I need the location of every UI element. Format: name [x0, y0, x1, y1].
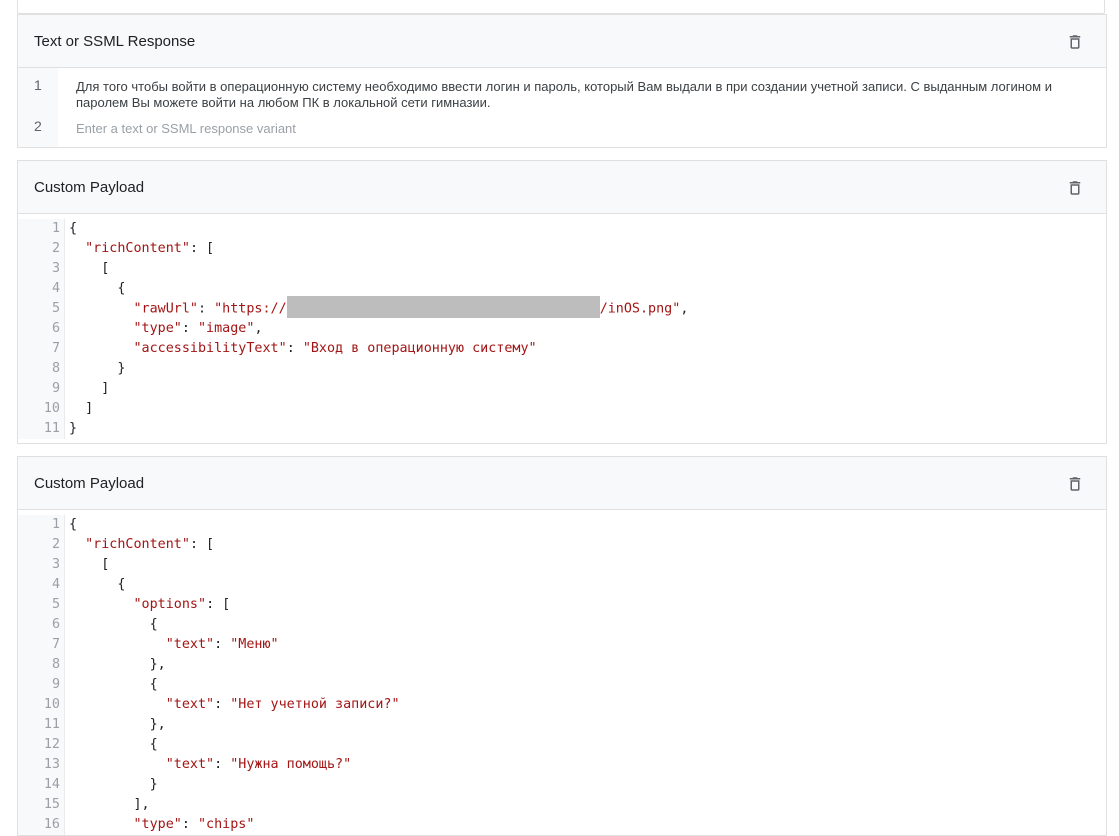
json-string: "Вход в операционную систему" — [302, 341, 537, 356]
row-number: 2 — [18, 111, 58, 147]
trash-icon[interactable] — [1066, 475, 1084, 493]
code-line: 8 } — [18, 359, 1106, 379]
json-string: /inOS.png" — [599, 301, 681, 317]
line-number: 1 — [18, 219, 64, 239]
previous-card-edge — [17, 0, 1105, 14]
json-string: "chips" — [198, 817, 255, 832]
code-line: 1{ — [18, 219, 1106, 239]
code-line: 12 { — [18, 735, 1106, 755]
card-title: Text or SSML Response — [34, 33, 196, 50]
json-string: "image" — [198, 321, 255, 336]
code-line: 3 [ — [18, 555, 1106, 575]
response-row[interactable]: 1 Для того чтобы войти в операционную си… — [18, 68, 1106, 111]
code-line: 1{ — [18, 515, 1106, 535]
code-line: 10 "text": "Нет учетной записи?" — [18, 695, 1106, 715]
text-response-card: Text or SSML Response 1 Для того чтобы в… — [17, 14, 1107, 148]
code-editor[interactable]: 1{ 2 "richContent": [ 3 [ 4 { 5 "rawUrl"… — [18, 214, 1106, 439]
line-number: 7 — [18, 339, 64, 359]
json-string: "Нет учетной записи?" — [230, 697, 400, 712]
line-number: 4 — [18, 279, 64, 299]
json-key: "type" — [133, 321, 182, 336]
json-string: "Нужна помощь?" — [230, 757, 352, 772]
json-key: "rawUrl" — [133, 301, 199, 317]
json-key: "text" — [165, 757, 215, 772]
line-number: 5 — [18, 595, 64, 615]
code-line: 2 "richContent": [ — [18, 239, 1106, 259]
line-number: 3 — [18, 259, 64, 279]
custom-payload-card: Custom Payload 1{ 2 "richContent": [ 3 [… — [17, 456, 1107, 836]
code-line: 11} — [18, 419, 1106, 439]
code-line: 6 { — [18, 615, 1106, 635]
code-line: 5 "options": [ — [18, 595, 1106, 615]
line-number: 2 — [18, 535, 64, 555]
line-number: 6 — [18, 615, 64, 635]
code-line: 7 "text": "Меню" — [18, 635, 1106, 655]
json-key: "type" — [133, 817, 182, 832]
line-number: 9 — [18, 379, 64, 399]
line-number: 10 — [18, 399, 64, 419]
response-row[interactable]: 2 Enter a text or SSML response variant — [18, 111, 1106, 147]
response-text[interactable]: Для того чтобы войти в операционную сист… — [58, 68, 1106, 111]
code-line: 15 ], — [18, 795, 1106, 815]
json-string: "https:// — [214, 301, 287, 317]
card-header: Custom Payload — [18, 457, 1106, 510]
line-number: 11 — [18, 419, 64, 439]
code-line: 5 "rawUrl": "https:///inOS.png", — [18, 296, 1106, 319]
row-number: 1 — [18, 68, 58, 111]
code-line: 13 "text": "Нужна помощь?" — [18, 755, 1106, 775]
code-line: 11 }, — [18, 715, 1106, 735]
code-line: 3 [ — [18, 259, 1106, 279]
line-number: 10 — [18, 695, 64, 715]
trash-icon[interactable] — [1066, 33, 1084, 51]
trash-icon[interactable] — [1066, 179, 1084, 197]
response-variants: 1 Для того чтобы войти в операционную си… — [18, 68, 1106, 147]
code-line: 10 ] — [18, 399, 1106, 419]
response-input-placeholder[interactable]: Enter a text or SSML response variant — [58, 111, 1106, 147]
line-number: 13 — [18, 755, 64, 775]
code-line: 9 ] — [18, 379, 1106, 399]
json-key: "richContent" — [85, 241, 190, 256]
json-key: "options" — [133, 597, 207, 612]
code-line: 6 "type": "image", — [18, 319, 1106, 339]
line-number: 4 — [18, 575, 64, 595]
json-key: "accessibilityText" — [133, 341, 287, 356]
code-line: 14 } — [18, 775, 1106, 795]
line-number: 6 — [18, 319, 64, 339]
line-number: 14 — [18, 775, 64, 795]
code-line: 16 "type": "chips" — [18, 815, 1106, 835]
card-title: Custom Payload — [34, 179, 145, 196]
code-line: 7 "accessibilityText": "Вход в операцион… — [18, 339, 1106, 359]
code-line: 4 { — [18, 575, 1106, 595]
card-header: Text or SSML Response — [18, 15, 1106, 68]
line-number: 8 — [18, 359, 64, 379]
json-key: "richContent" — [85, 537, 190, 552]
line-number: 15 — [18, 795, 64, 815]
line-number: 11 — [18, 715, 64, 735]
card-title: Custom Payload — [34, 475, 145, 492]
code-editor[interactable]: 1{ 2 "richContent": [ 3 [ 4 { 5 "options… — [18, 510, 1106, 835]
line-number: 1 — [18, 515, 64, 535]
line-number: 3 — [18, 555, 64, 575]
code-line: 2 "richContent": [ — [18, 535, 1106, 555]
line-number: 2 — [18, 239, 64, 259]
line-number: 8 — [18, 655, 64, 675]
custom-payload-card: Custom Payload 1{ 2 "richContent": [ 3 [… — [17, 160, 1107, 444]
json-key: "text" — [165, 637, 215, 652]
line-number: 16 — [18, 815, 64, 835]
card-header: Custom Payload — [18, 161, 1106, 214]
redacted-url-block — [286, 296, 600, 318]
line-number: 12 — [18, 735, 64, 755]
code-line: 9 { — [18, 675, 1106, 695]
line-number: 9 — [18, 675, 64, 695]
json-string: "Меню" — [230, 637, 279, 652]
line-number: 7 — [18, 635, 64, 655]
code-line: 8 }, — [18, 655, 1106, 675]
line-number: 5 — [18, 299, 64, 319]
json-key: "text" — [165, 697, 215, 712]
